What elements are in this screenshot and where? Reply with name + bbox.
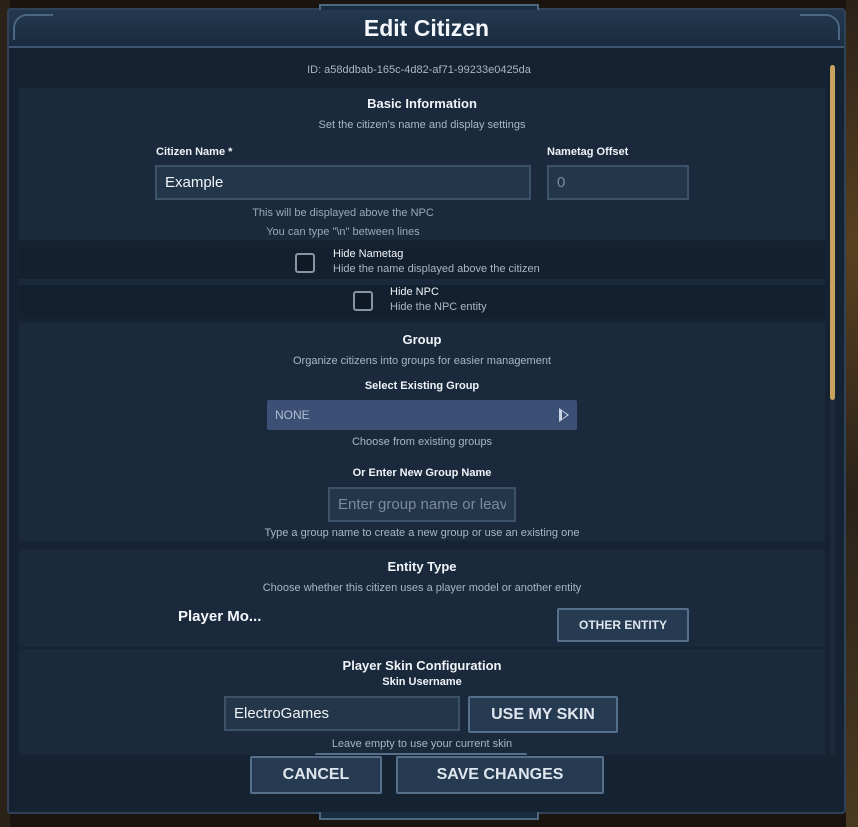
skin-username-label: Skin Username bbox=[382, 676, 462, 688]
select-group-label: Select Existing Group bbox=[364, 380, 480, 392]
hide-npc-checkbox[interactable] bbox=[353, 291, 373, 311]
entity-type-section: Entity Type Choose whether this citizen … bbox=[19, 549, 825, 647]
scrollbar-thumb[interactable] bbox=[830, 65, 835, 400]
newline-hint: You can type "\n" between lines bbox=[266, 226, 420, 238]
new-group-input[interactable] bbox=[328, 487, 516, 522]
group-select-value: NONE bbox=[275, 408, 310, 422]
new-group-hint: Type a group name to create a new group … bbox=[264, 527, 580, 539]
citizen-name-input[interactable] bbox=[155, 165, 531, 200]
partial-button[interactable] bbox=[315, 753, 527, 755]
title-bar: Edit Citizen bbox=[9, 10, 844, 48]
other-entity-button[interactable]: OTHER ENTITY bbox=[557, 608, 689, 642]
dialog-content[interactable]: ID: a58ddbab-165c-4d82-af71-99233e0425da… bbox=[9, 50, 829, 755]
hide-nametag-checkbox[interactable] bbox=[295, 253, 315, 273]
skin-hint: Leave empty to use your current skin bbox=[331, 738, 513, 750]
basic-info-title: Basic Information bbox=[367, 96, 477, 111]
hide-nametag-label: Hide Nametag bbox=[333, 248, 404, 260]
edit-citizen-dialog: Edit Citizen ID: a58ddbab-165c-4d82-af71… bbox=[7, 4, 846, 820]
select-group-hint: Choose from existing groups bbox=[351, 436, 492, 448]
corner-ornament-right bbox=[800, 14, 840, 40]
citizen-name-label: Citizen Name * bbox=[156, 146, 233, 158]
group-desc: Organize citizens into groups for easier… bbox=[292, 355, 552, 367]
player-model-option[interactable]: Player Mo... bbox=[178, 608, 261, 625]
player-skin-title: Player Skin Configuration bbox=[342, 658, 502, 673]
cancel-button[interactable]: CANCEL bbox=[250, 756, 382, 794]
hide-npc-label: Hide NPC bbox=[390, 286, 439, 298]
bottom-ornament bbox=[319, 812, 539, 820]
new-group-label: Or Enter New Group Name bbox=[352, 467, 492, 479]
hide-npc-row[interactable]: Hide NPC Hide the NPC entity bbox=[19, 285, 825, 317]
nametag-offset-input[interactable] bbox=[547, 165, 689, 200]
citizen-id: ID: a58ddbab-165c-4d82-af71-99233e0425da bbox=[307, 64, 531, 76]
background-right bbox=[846, 0, 858, 827]
hide-nametag-row[interactable]: Hide Nametag Hide the name displayed abo… bbox=[19, 247, 825, 279]
basic-info-desc: Set the citizen's name and display setti… bbox=[318, 119, 526, 131]
dialog-title: Edit Citizen bbox=[363, 14, 490, 41]
entity-type-desc: Choose whether this citizen uses a playe… bbox=[262, 582, 582, 594]
save-changes-button[interactable]: SAVE CHANGES bbox=[396, 756, 604, 794]
group-title: Group bbox=[402, 332, 442, 347]
skin-username-input[interactable] bbox=[224, 696, 460, 731]
entity-type-title: Entity Type bbox=[387, 559, 457, 574]
group-select[interactable]: NONE bbox=[267, 400, 577, 430]
hide-nametag-desc: Hide the name displayed above the citize… bbox=[333, 263, 540, 275]
hide-npc-desc: Hide the NPC entity bbox=[390, 301, 487, 313]
play-arrow-icon-inner bbox=[562, 411, 567, 419]
name-hint: This will be displayed above the NPC bbox=[252, 207, 434, 219]
corner-ornament-left bbox=[13, 14, 53, 40]
nametag-offset-label: Nametag Offset bbox=[547, 146, 629, 158]
use-my-skin-button[interactable]: USE MY SKIN bbox=[468, 696, 618, 733]
